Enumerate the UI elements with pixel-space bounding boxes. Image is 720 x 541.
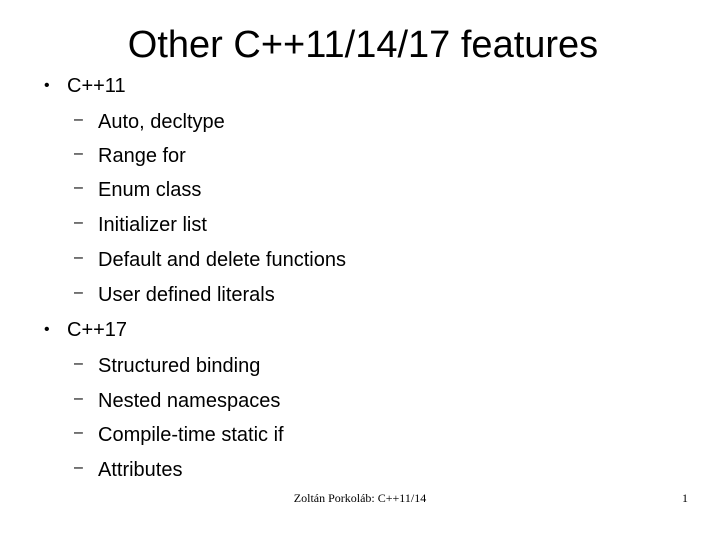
dash-icon: –: [74, 284, 83, 301]
slide: Other C++11/14/17 features • C++11 – Aut…: [0, 0, 720, 541]
sub-item-text: Structured binding: [98, 355, 261, 377]
bullet-icon: •: [44, 321, 50, 338]
dash-icon: –: [74, 424, 83, 441]
footer-text: Zoltán Porkoláb: C++11/14: [293, 491, 427, 505]
sub-item-text: Enum class: [98, 179, 202, 201]
dash-icon: –: [74, 390, 83, 407]
sub-item-text: Initializer list: [98, 214, 207, 236]
sub-item-text: Compile-time static if: [98, 424, 284, 446]
sub-item-text: User defined literals: [98, 284, 275, 306]
dash-icon: –: [74, 459, 83, 476]
dash-icon: –: [74, 145, 83, 162]
dash-icon: –: [74, 111, 83, 128]
dash-icon: –: [74, 249, 83, 266]
dash-icon: –: [74, 214, 83, 231]
bullet-text: C++17: [67, 319, 128, 341]
bullet-icon: •: [44, 77, 50, 94]
sub-item-text: Attributes: [98, 459, 183, 481]
sub-item-text: Auto, decltype: [98, 111, 225, 133]
sub-item-text: Range for: [98, 145, 186, 167]
slide-title: Other C++11/14/17 features: [127, 24, 599, 66]
sub-item-text: Default and delete functions: [98, 249, 346, 271]
sub-item-text: Nested namespaces: [98, 390, 281, 412]
bullet-text: C++11: [67, 75, 126, 97]
page-number: 1: [682, 491, 688, 505]
dash-icon: –: [74, 179, 83, 196]
dash-icon: –: [74, 355, 83, 372]
